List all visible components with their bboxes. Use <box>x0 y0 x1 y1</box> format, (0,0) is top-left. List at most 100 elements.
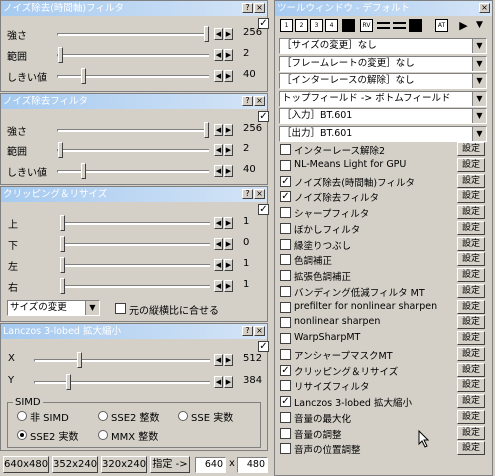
chevron-down-icon[interactable]: ▼ <box>472 74 486 88</box>
slider-track[interactable] <box>60 264 210 267</box>
close-icon[interactable]: × <box>254 189 265 199</box>
slider-thumb[interactable] <box>58 47 63 63</box>
radio-non-simd[interactable] <box>17 411 27 421</box>
filter-checkbox[interactable] <box>280 254 291 266</box>
filter-settings-button[interactable]: 設定 <box>457 378 485 393</box>
increment-arrow-icon[interactable]: ▶ <box>224 259 233 271</box>
slider-track[interactable] <box>57 33 209 36</box>
help-icon[interactable]: ? <box>242 3 253 13</box>
preset-352x240-button[interactable]: 352x240 <box>52 456 98 473</box>
filter-row[interactable]: ✓ Lanczos 3-lobed 拡大縮小 設定 <box>280 394 485 409</box>
tool-combo[interactable]: ［出力］BT.601 ▼ <box>279 125 487 142</box>
tool-combo[interactable]: トップフィールド -> ボトムフィールド ▼ <box>279 90 487 107</box>
filter-checkbox[interactable]: ✓ <box>280 396 291 407</box>
filter-row[interactable]: NL-Means Light for GPU 設定 <box>280 157 485 173</box>
filter-row[interactable]: 縁塗りつぶし 設定 <box>280 236 485 252</box>
filter-row[interactable]: 音量の調整 設定 <box>280 425 485 441</box>
filter-row[interactable]: ぼかしフィルタ 設定 <box>280 220 485 236</box>
filter-row[interactable]: ✓ クリッピング＆リサイズ 設定 <box>280 362 485 378</box>
increment-arrow-icon[interactable]: ▶ <box>224 376 233 388</box>
chevron-down-icon[interactable]: ▼ <box>472 109 486 123</box>
filter-settings-button[interactable]: 設定 <box>457 315 485 330</box>
slider-thumb[interactable] <box>81 68 86 84</box>
filter-settings-button[interactable]: 設定 <box>457 441 485 456</box>
filter-row[interactable]: リサイズフィルタ 設定 <box>280 378 485 393</box>
title-bar[interactable]: クリッピング＆リサイズ ? × <box>1 187 267 202</box>
close-icon[interactable]: × <box>254 326 265 336</box>
help-icon[interactable]: ? <box>242 326 253 336</box>
keep-ratio-checkbox[interactable] <box>115 303 126 314</box>
decrement-arrow-icon[interactable]: ◀ <box>214 28 223 40</box>
filter-settings-button[interactable]: 設定 <box>457 220 485 235</box>
filter-checkbox[interactable] <box>280 301 291 313</box>
filter-checkbox[interactable] <box>280 159 291 171</box>
slider-track[interactable] <box>34 359 210 362</box>
filter-settings-button[interactable]: 設定 <box>457 409 485 424</box>
specify-size-button[interactable]: 指定 -> <box>150 456 190 473</box>
filter-row[interactable]: ✓ ノイズ除去フィルタ 設定 <box>280 189 485 204</box>
increment-arrow-icon[interactable]: ▶ <box>224 28 233 40</box>
enable-checkbox[interactable]: ✓ <box>258 111 269 122</box>
decrement-arrow-icon[interactable]: ◀ <box>214 259 223 271</box>
filter-settings-button[interactable]: 設定 <box>457 394 485 408</box>
help-icon[interactable]: ? <box>242 189 253 199</box>
slider-thumb[interactable] <box>81 163 86 179</box>
slider-track[interactable] <box>57 149 209 152</box>
close-icon[interactable]: × <box>254 96 265 106</box>
decrement-arrow-icon[interactable]: ◀ <box>214 124 223 136</box>
filter-settings-button[interactable]: 設定 <box>457 331 485 345</box>
filter-checkbox[interactable] <box>280 411 291 423</box>
filter-icon-1[interactable]: 1 <box>280 19 293 32</box>
slider-track[interactable] <box>60 285 210 288</box>
decrement-arrow-icon[interactable]: ◀ <box>214 354 223 366</box>
radio-sse2-int[interactable] <box>98 411 108 421</box>
filter-settings-button[interactable]: 設定 <box>457 142 485 156</box>
slider-track[interactable] <box>60 243 210 246</box>
enable-checkbox[interactable]: ✓ <box>258 341 269 352</box>
tool-combo[interactable]: ［サイズの変更］なし ▼ <box>279 38 487 54</box>
filter-settings-button[interactable]: 設定 <box>457 268 485 282</box>
decrement-arrow-icon[interactable]: ◀ <box>214 144 223 156</box>
increment-arrow-icon[interactable]: ▶ <box>224 49 233 61</box>
filter-checkbox[interactable] <box>280 317 291 329</box>
help-icon[interactable]: ? <box>242 96 253 106</box>
filter-settings-button[interactable]: 設定 <box>457 346 485 361</box>
increment-arrow-icon[interactable]: ▶ <box>224 144 233 156</box>
filter-checkbox[interactable] <box>280 207 291 218</box>
slider-track[interactable] <box>60 222 210 225</box>
filter-settings-button[interactable]: 設定 <box>457 236 485 251</box>
slider-thumb[interactable] <box>60 257 65 273</box>
black-square-icon[interactable] <box>342 19 355 32</box>
tool-combo[interactable]: ［フレームレートの変更］なし ▼ <box>279 55 487 72</box>
enable-checkbox[interactable]: ✓ <box>258 204 269 215</box>
double-bar-icon-2[interactable] <box>393 19 406 32</box>
filter-checkbox[interactable] <box>280 144 291 155</box>
filter-row[interactable]: 色調補正 設定 <box>280 252 485 267</box>
filter-settings-button[interactable]: 設定 <box>457 157 485 172</box>
filter-checkbox[interactable] <box>280 333 291 344</box>
filter-row[interactable]: WarpSharpMT 設定 <box>280 331 485 346</box>
filter-row[interactable]: nonlinear sharpen 設定 <box>280 315 485 330</box>
tool-combo[interactable]: ［入力］BT.601 ▼ <box>279 108 487 124</box>
increment-arrow-icon[interactable]: ▶ <box>224 124 233 136</box>
filter-row[interactable]: シャープフィルタ 設定 <box>280 205 485 220</box>
slider-track[interactable] <box>57 129 209 132</box>
increment-arrow-icon[interactable]: ▶ <box>224 354 233 366</box>
chevron-down-icon[interactable]: ▼ <box>472 91 486 106</box>
slider-thumb[interactable] <box>58 142 63 158</box>
chevron-down-icon[interactable]: ▼ <box>85 301 99 315</box>
slider-track[interactable] <box>57 170 209 173</box>
decrement-arrow-icon[interactable]: ◀ <box>214 280 223 292</box>
slider-track[interactable] <box>34 381 210 384</box>
filter-checkbox[interactable] <box>280 348 291 360</box>
radio-sse2-float[interactable] <box>17 430 27 440</box>
at-icon[interactable]: AT <box>435 19 448 32</box>
filter-checkbox[interactable]: ✓ <box>280 364 291 376</box>
filter-row[interactable]: 音量の最大化 設定 <box>280 409 485 425</box>
title-bar[interactable]: ツールウィンドウ - デフォルト × <box>275 1 492 16</box>
filter-row[interactable]: 拡張色調補正 設定 <box>280 268 485 283</box>
title-bar[interactable]: Lanczos 3-lobed 拡大縮小 ? × <box>1 324 267 339</box>
decrement-arrow-icon[interactable]: ◀ <box>214 49 223 61</box>
filter-checkbox[interactable] <box>280 443 291 455</box>
increment-arrow-icon[interactable]: ▶ <box>224 70 233 82</box>
